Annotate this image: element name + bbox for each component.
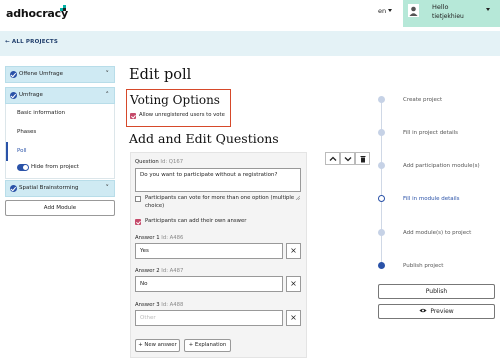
logo-mark-icon xyxy=(60,5,66,11)
sidebar-item-basic-information[interactable]: Basic information xyxy=(5,104,115,123)
sidebar-item-label: Basic information xyxy=(17,110,66,116)
answer-id: Id: A488 xyxy=(161,302,184,308)
question-label-text: Question xyxy=(135,159,159,165)
allow-unregistered-checkbox[interactable] xyxy=(130,113,136,119)
language-caret-icon[interactable] xyxy=(388,9,392,12)
questions-heading: Add and Edit Questions xyxy=(129,131,279,146)
sidebar-item-poll[interactable]: Poll xyxy=(5,142,115,161)
question-id: Id: Q167 xyxy=(160,159,184,165)
user-avatar-icon xyxy=(408,4,419,17)
preview-label: Preview xyxy=(430,308,454,315)
sidebar-module-label: Offene Umfrage xyxy=(19,71,63,77)
trash-icon xyxy=(360,156,366,163)
remove-answer-button[interactable]: × xyxy=(286,243,301,259)
answer-input[interactable]: No xyxy=(135,276,283,292)
step-label: Add participation module(s) xyxy=(403,163,480,169)
step-dot xyxy=(378,96,385,103)
step-dot xyxy=(378,162,385,169)
user-name: tietjekhieu xyxy=(432,13,464,20)
answer-input[interactable]: Yes xyxy=(135,243,283,259)
explanation-button[interactable]: + Explanation xyxy=(184,339,231,352)
delete-question-button[interactable] xyxy=(355,152,370,165)
publish-button[interactable]: Publish xyxy=(378,284,495,299)
answer-id: Id: A487 xyxy=(161,268,184,274)
sidebar-module-label: Spatial Brainstorming xyxy=(19,185,79,191)
user-greeting: Hello xyxy=(432,3,449,11)
answer-label: Answer 1 Id: A486 xyxy=(135,235,183,241)
question-text-input[interactable]: Do you want to participate without a reg… xyxy=(135,168,301,192)
chevron-down-icon[interactable]: ˅ xyxy=(106,70,110,78)
add-module-button[interactable]: Add Module xyxy=(5,200,115,216)
multiple-choice-label[interactable]: Participants can vote for more than one … xyxy=(145,195,294,201)
step-dot xyxy=(378,262,385,269)
check-circle-icon xyxy=(10,185,17,192)
sidebar-item-phases[interactable]: Phases xyxy=(5,123,115,142)
sidebar-module-offene-umfrage[interactable]: Offene Umfrage ˅ xyxy=(5,66,115,83)
answer-label-text: Answer 1 xyxy=(135,235,160,241)
step-label: Add module(s) to project xyxy=(403,230,472,236)
own-answer-checkbox[interactable] xyxy=(135,219,141,225)
step-label-current: Fill in module details xyxy=(403,196,460,202)
new-answer-button[interactable]: + New answer xyxy=(135,339,180,352)
project-bar xyxy=(0,31,500,56)
sidebar-module-spatial-brainstorming[interactable]: Spatial Brainstorming ˅ xyxy=(5,180,115,197)
check-circle-icon xyxy=(10,71,17,78)
sidebar-module-umfrage[interactable]: Umfrage ˄ xyxy=(5,87,115,104)
question-label: Question Id: Q167 xyxy=(135,159,183,165)
chevron-up-icon[interactable]: ˄ xyxy=(106,91,110,99)
answer-label: Answer 2 Id: A487 xyxy=(135,268,183,274)
resize-handle-icon[interactable] xyxy=(295,185,301,201)
multiple-choice-label-cont[interactable]: choice) xyxy=(145,203,164,209)
remove-answer-button[interactable]: × xyxy=(286,276,301,292)
page-title: Edit poll xyxy=(129,67,192,83)
eye-icon xyxy=(419,305,427,318)
language-selector[interactable]: en xyxy=(378,7,386,15)
toggle-label: Hide from project xyxy=(31,164,79,170)
sidebar-item-label: Poll xyxy=(17,148,27,154)
sidebar-item-label: Phases xyxy=(17,129,37,135)
own-answer-label[interactable]: Participants can add their own answer xyxy=(145,218,246,224)
step-dot xyxy=(378,229,385,236)
answer-label-text: Answer 3 xyxy=(135,302,160,308)
answer-label: Answer 3 Id: A488 xyxy=(135,302,183,308)
preview-button[interactable]: Preview xyxy=(378,304,495,319)
voting-options-heading: Voting Options xyxy=(130,93,220,107)
remove-answer-button[interactable]: × xyxy=(286,310,301,326)
step-dot xyxy=(378,129,385,136)
move-up-button[interactable] xyxy=(325,152,340,165)
allow-unregistered-label[interactable]: Allow unregistered users to vote xyxy=(139,112,225,118)
step-label: Publish project xyxy=(403,263,444,269)
step-label: Fill in project details xyxy=(403,130,459,136)
progress-line xyxy=(381,99,382,267)
chevron-down-icon[interactable]: ˅ xyxy=(106,184,110,192)
answer-input[interactable]: Other xyxy=(135,310,283,326)
step-dot-current xyxy=(378,195,385,202)
chevron-down-icon xyxy=(344,157,352,162)
logo[interactable]: adhocracy xyxy=(6,7,68,20)
chevron-up-icon xyxy=(329,156,337,161)
sidebar-module-label: Umfrage xyxy=(19,92,43,98)
answer-id: Id: A486 xyxy=(161,235,184,241)
all-projects-link[interactable]: ← ALL PROJECTS xyxy=(5,39,58,45)
check-circle-icon xyxy=(10,92,17,99)
user-caret-icon[interactable] xyxy=(486,8,490,11)
step-label: Create project xyxy=(403,97,443,103)
move-down-button[interactable] xyxy=(340,152,355,165)
hide-from-project-toggle[interactable] xyxy=(17,164,29,171)
multiple-choice-checkbox[interactable] xyxy=(135,196,141,202)
answer-label-text: Answer 2 xyxy=(135,268,160,274)
